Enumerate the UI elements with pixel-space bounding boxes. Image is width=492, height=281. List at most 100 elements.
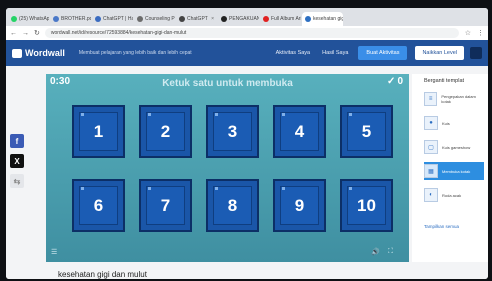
game-instruction: Ketuk satu untuk membuka [162,78,293,89]
x-share-icon[interactable]: X [10,154,24,168]
box-tile[interactable]: 4 [273,105,326,158]
check-icon: ✓ [387,76,396,87]
tab-strip: (25) WhatsApp×BROTHER.pdf×ChatGPT | Ha…×… [6,8,488,26]
browser-tab[interactable]: (25) WhatsApp× [8,12,49,26]
tab-favicon-icon [221,16,227,22]
tile-corner-mark [81,113,84,116]
tab-favicon-icon [305,16,311,22]
template-option-label: Pengepakan dalam kotak [441,94,476,104]
tab-label: (25) WhatsApp [19,16,49,22]
tile-corner-mark [282,187,285,190]
tab-label: ChatGPT [187,16,208,22]
tab-favicon-icon [179,16,185,22]
box-tile[interactable]: 3 [206,105,259,158]
fullscreen-icon[interactable]: ⛶ [388,248,393,256]
tile-corner-mark [349,187,352,190]
tile-number: 5 [361,121,372,141]
back-icon[interactable]: ← [10,30,17,37]
score-value: 0 [397,76,403,87]
main-page: f X ⇆ 0:30 Ketuk satu untuk membuka ✓ 0 ☰… [6,66,488,279]
score: ✓ 0 [387,76,403,87]
activity-title: kesehatan gigi dan mulut [58,270,147,279]
template-option[interactable]: ▢ Kuis gameshow [424,138,484,156]
tab-favicon-icon [263,16,269,22]
tagline: Membuat pelajaran yang lebih baik dan le… [78,50,192,56]
template-thumb-icon: ▢ [424,140,438,154]
tab-favicon-icon [137,16,143,22]
tile-number: 8 [227,195,238,215]
browser-tab[interactable]: kesehatan gigi…× [302,12,343,26]
tab-close-icon[interactable]: × [211,16,214,22]
tile-corner-mark [148,113,151,116]
tab-label: kesehatan gigi… [313,16,343,22]
tile-number: 7 [160,195,171,215]
box-tile[interactable]: 2 [139,105,192,158]
template-option-label: Kuis [442,120,450,126]
address-bar: ← → ↻ wordwall.net/id/resource/72593884/… [6,26,488,40]
template-option-label: Kuis gameshow [442,144,471,150]
tab-favicon-icon [11,16,17,22]
show-all-templates-link[interactable]: Tampilkan semua [424,224,459,229]
wordwall-header: Wordwall Membuat pelajaran yang lebih ba… [6,40,488,66]
facebook-share-icon[interactable]: f [10,134,24,148]
create-activity-button[interactable]: Buat Aktivitas [358,46,408,60]
tab-label: PENGAKUAN P… [229,16,259,22]
wordwall-logo[interactable]: Wordwall [12,48,65,58]
tile-number: 10 [357,195,376,215]
tile-number: 9 [294,195,305,215]
template-thumb-icon: ≡ [424,92,438,106]
tile-number: 2 [160,121,171,141]
tile-corner-mark [148,187,151,190]
box-tile[interactable]: 10 [340,179,393,232]
upgrade-button[interactable]: Naikkan Level [415,46,464,60]
logo-text: Wordwall [25,48,65,58]
tab-label: ChatGPT | Ha… [103,16,133,22]
tab-label: BROTHER.pdf [61,16,91,22]
share-icon[interactable]: ⇆ [10,174,24,188]
box-tile[interactable]: 8 [206,179,259,232]
browser-tab[interactable]: BROTHER.pdf× [50,12,91,26]
tile-number: 3 [227,121,238,141]
browser-tab[interactable]: PENGAKUAN P…× [218,12,259,26]
bookmark-star-icon[interactable]: ☆ [465,29,471,37]
browser-tab[interactable]: ChatGPT × [176,12,217,26]
template-option[interactable]: ≡ Pengepakan dalam kotak [424,90,484,108]
tab-label: Full Album Ari… [271,16,301,22]
tile-corner-mark [349,113,352,116]
forward-icon[interactable]: → [22,30,29,37]
template-thumb-icon: ◐ [424,188,438,202]
tile-number: 1 [93,121,104,141]
tab-favicon-icon [53,16,59,22]
box-tile[interactable]: 1 [72,105,125,158]
browser-tab[interactable]: Full Album Ari…× [260,12,301,26]
box-tile[interactable]: 9 [273,179,326,232]
tile-number: 4 [294,121,305,141]
tile-number: 6 [93,195,104,215]
avatar[interactable] [470,47,482,59]
tile-corner-mark [282,113,285,116]
browser-tab[interactable]: ChatGPT | Ha…× [92,12,133,26]
sound-icon[interactable]: 🔊 [371,248,380,256]
template-panel-title: Berganti templat [424,78,465,84]
nav-my-activities[interactable]: Aktivitas Saya [276,50,311,56]
box-tile[interactable]: 7 [139,179,192,232]
tile-corner-mark [215,187,218,190]
browser-window: (25) WhatsApp×BROTHER.pdf×ChatGPT | Ha…×… [6,8,488,279]
logo-mark-icon [12,48,22,58]
menu-icon[interactable]: ☰ [51,248,57,256]
template-option[interactable]: ▦ Membuka kotak [424,162,484,180]
template-option[interactable]: ◐ Roda acak [424,186,484,204]
template-thumb-icon: ▦ [424,164,438,178]
menu-dots-icon[interactable]: ⋮ [477,29,484,37]
template-option[interactable]: ● Kuis [424,114,484,132]
template-panel: Berganti templat Tampilkan semua ≡ Pengep… [412,74,488,262]
box-tile[interactable]: 6 [72,179,125,232]
url-field[interactable]: wordwall.net/id/resource/72593884/keseha… [44,28,459,38]
tab-favicon-icon [95,16,101,22]
box-tile[interactable]: 5 [340,105,393,158]
nav-my-results[interactable]: Hasil Saya [322,50,348,56]
template-option-label: Roda acak [442,192,462,198]
browser-tab[interactable]: Counseling P…× [134,12,175,26]
game-background [46,74,409,262]
reload-icon[interactable]: ↻ [34,29,40,37]
